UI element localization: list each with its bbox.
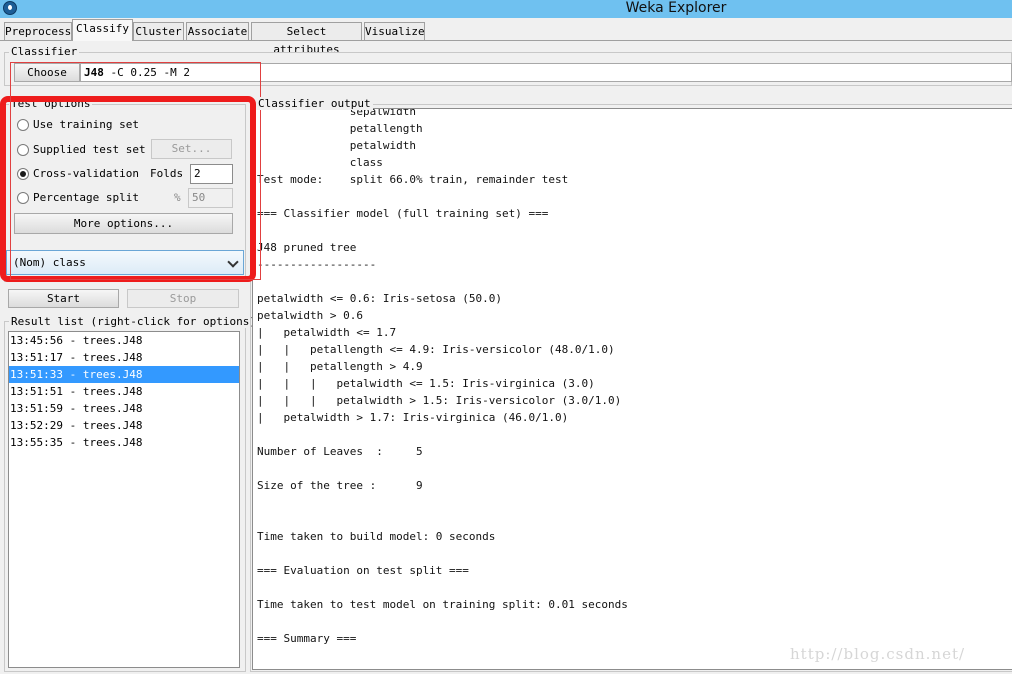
- output-lines: sepalwidth petallength petalwidth class T…: [257, 109, 628, 647]
- result-list-item[interactable]: 13:51:59 - trees.J48: [9, 400, 239, 417]
- output-line: Time taken to test model on training spl…: [257, 598, 628, 611]
- more-options-button[interactable]: More options...: [14, 213, 233, 234]
- output-line: === Summary ===: [257, 632, 357, 645]
- radio-button-selected[interactable]: [17, 168, 29, 180]
- percentage-input[interactable]: 50: [188, 188, 233, 208]
- radio-button[interactable]: [17, 119, 29, 131]
- result-list-item[interactable]: 13:51:51 - trees.J48: [9, 383, 239, 400]
- supplied-test-set-label: Supplied test set: [33, 143, 146, 156]
- output-line: petalwidth: [257, 139, 416, 152]
- output-line: | | petallength <= 4.9: Iris-versicolor …: [257, 343, 615, 356]
- output-line: petalwidth <= 0.6: Iris-setosa (50.0): [257, 292, 503, 305]
- set-test-set-button[interactable]: Set...: [151, 139, 232, 159]
- class-attribute-value: (Nom) class: [13, 256, 86, 269]
- cross-validation-label: Cross-validation: [33, 167, 139, 180]
- output-line: Size of the tree : 9: [257, 479, 423, 492]
- result-list-label: Result list (right-click for options): [9, 315, 259, 328]
- use-training-set-label: Use training set: [33, 118, 139, 131]
- percent-symbol: %: [174, 191, 181, 204]
- classifier-output-text[interactable]: sepalwidth petallength petalwidth class T…: [252, 108, 1012, 670]
- tab-select-attributes[interactable]: Select attributes: [251, 22, 362, 56]
- test-options-group-label: Test options: [9, 97, 93, 110]
- output-line: ------------------: [257, 258, 377, 271]
- result-list-item[interactable]: 13:45:56 - trees.J48: [9, 332, 239, 349]
- tab-visualize[interactable]: Visualize: [364, 22, 425, 40]
- result-list[interactable]: 13:45:56 - trees.J48 13:51:17 - trees.J4…: [8, 331, 240, 668]
- tab-cluster[interactable]: Cluster: [133, 22, 184, 40]
- classifier-output-label: Classifier output: [256, 97, 373, 110]
- percentage-split-label: Percentage split: [33, 191, 139, 204]
- watermark-text: http://blog.csdn.net/: [790, 645, 966, 663]
- result-list-item[interactable]: 13:52:29 - trees.J48: [9, 417, 239, 434]
- output-line: Time taken to build model: 0 seconds: [257, 530, 496, 543]
- output-line: | | | petalwidth <= 1.5: Iris-virginica …: [257, 377, 595, 390]
- output-line: Number of Leaves : 5: [257, 445, 423, 458]
- classifier-config-field[interactable]: J48 -C 0.25 -M 2: [80, 63, 1012, 82]
- classifier-name: J48: [84, 66, 104, 79]
- output-line: petalwidth > 0.6: [257, 309, 363, 322]
- start-button[interactable]: Start: [8, 289, 119, 308]
- output-line: J48 pruned tree: [257, 241, 357, 254]
- folds-label: Folds: [150, 167, 184, 180]
- choose-button[interactable]: Choose: [14, 63, 80, 82]
- classifier-options: -C 0.25 -M 2: [110, 66, 190, 79]
- tab-divider: [0, 40, 1012, 41]
- output-line: === Evaluation on test split ===: [257, 564, 469, 577]
- radio-button[interactable]: [17, 192, 29, 204]
- output-line: class: [257, 156, 383, 169]
- output-line: | | | petalwidth > 1.5: Iris-versicolor …: [257, 394, 622, 407]
- output-line: | petalwidth <= 1.7: [257, 326, 397, 339]
- output-line: | | petallength > 4.9: [257, 360, 423, 373]
- classifier-group-label: Classifier: [9, 45, 80, 58]
- chevron-down-icon: [227, 256, 239, 268]
- class-attribute-select[interactable]: (Nom) class: [6, 250, 244, 275]
- output-line: petallength: [257, 122, 423, 135]
- folds-input[interactable]: 2: [190, 164, 233, 184]
- output-line: === Classifier model (full training set)…: [257, 207, 549, 220]
- result-list-item[interactable]: 13:51:17 - trees.J48: [9, 349, 239, 366]
- result-list-item-selected[interactable]: 13:51:33 - trees.J48: [9, 366, 239, 383]
- radio-button[interactable]: [17, 144, 29, 156]
- window-title: Weka Explorer: [625, 0, 727, 16]
- output-line: Test mode: split 66.0% train, remainder …: [257, 173, 569, 186]
- stop-button[interactable]: Stop: [127, 289, 239, 308]
- tab-preprocess[interactable]: Preprocess: [4, 22, 72, 40]
- tab-associate[interactable]: Associate: [186, 22, 249, 40]
- result-list-item[interactable]: 13:55:35 - trees.J48: [9, 434, 239, 451]
- title-bar: Weka Explorer: [0, 0, 1012, 18]
- output-line: | petalwidth > 1.7: Iris-virginica (46.0…: [257, 411, 569, 424]
- tab-classify[interactable]: Classify: [72, 19, 133, 41]
